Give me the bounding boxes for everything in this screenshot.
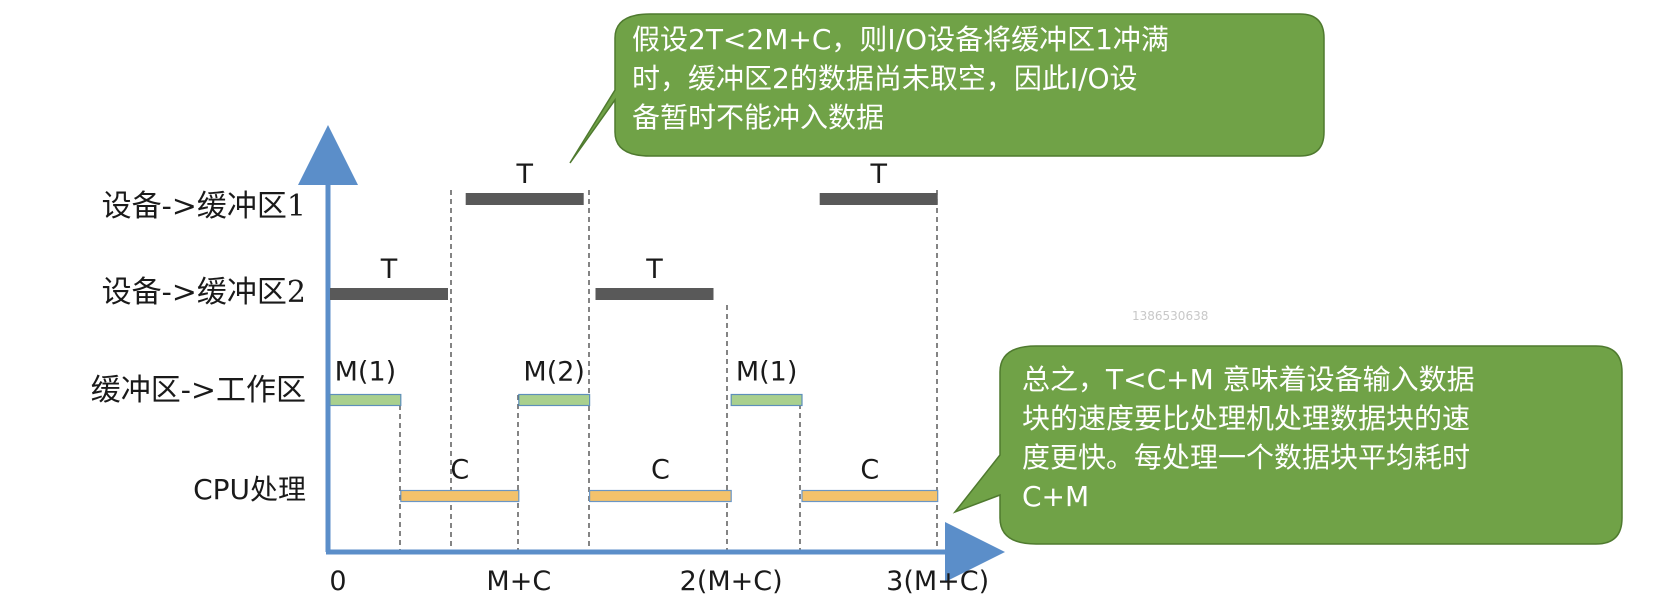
bar-transfer — [595, 288, 714, 300]
bar-transfer — [465, 193, 584, 205]
x-ticks: 0 M+C 2(M+C) 3(M+C) — [329, 566, 989, 597]
row-label-device-buffer1: 设备->缓冲区1 — [102, 189, 306, 224]
x-tick-label: M+C — [486, 566, 551, 597]
callout-line: C+M — [1022, 480, 1090, 513]
bar-label: M(2) — [523, 357, 585, 388]
row-label-cpu: CPU处理 — [193, 473, 306, 506]
watermark: 1386530638 — [1132, 309, 1208, 323]
row-labels: 设备->缓冲区1 设备->缓冲区2 缓冲区->工作区 CPU处理 — [91, 189, 306, 506]
bar-move — [730, 393, 803, 407]
callout-line: 假设2T<2M+C，则I/O设备将缓冲区1冲满 — [632, 23, 1169, 56]
bar-label: C — [860, 455, 879, 486]
bar-label: T — [380, 254, 398, 285]
x-tick-label: 3(M+C) — [886, 566, 989, 597]
callout-line: 时，缓冲区2的数据尚未取空，因此I/O设 — [632, 62, 1138, 95]
row-label-device-buffer2: 设备->缓冲区2 — [102, 275, 306, 310]
x-tick-label: 2(M+C) — [680, 566, 783, 597]
bar-label: M(1) — [335, 357, 397, 388]
bar-move — [329, 393, 402, 407]
bar-move — [518, 393, 591, 407]
row-label-buffer-work: 缓冲区->工作区 — [91, 373, 306, 408]
callout-line: 备暂时不能冲入数据 — [632, 101, 885, 134]
bar-transfer — [330, 288, 448, 300]
bar-label: T — [869, 159, 887, 190]
bar-label: T — [645, 254, 663, 285]
callout-line: 块的速度要比处理机处理数据块的速 — [1022, 402, 1471, 435]
callout-line: 总之，T<C+M 意味着设备输入数据 — [1022, 363, 1475, 396]
bar-label: C — [450, 455, 469, 486]
bar-label: M(1) — [736, 357, 798, 388]
x-tick-label: 0 — [329, 566, 346, 597]
callout-right-text: 总之，T<C+M 意味着设备输入数据 块的速度要比处理机处理数据块的速 度更快。… — [1022, 360, 1622, 516]
callout-line: 度更快。每处理一个数据块平均耗时 — [1022, 441, 1471, 474]
callout-top-text: 假设2T<2M+C，则I/O设备将缓冲区1冲满 时，缓冲区2的数据尚未取空，因此… — [632, 20, 1302, 137]
bar-cpu — [801, 489, 939, 503]
bar-cpu — [400, 489, 520, 503]
bar-cpu — [588, 489, 732, 503]
bar-label: T — [515, 159, 533, 190]
bar-transfer — [819, 193, 938, 205]
bars: T T T T M(1) M(2) M(1) C C C — [329, 159, 939, 503]
bar-label: C — [651, 455, 670, 486]
